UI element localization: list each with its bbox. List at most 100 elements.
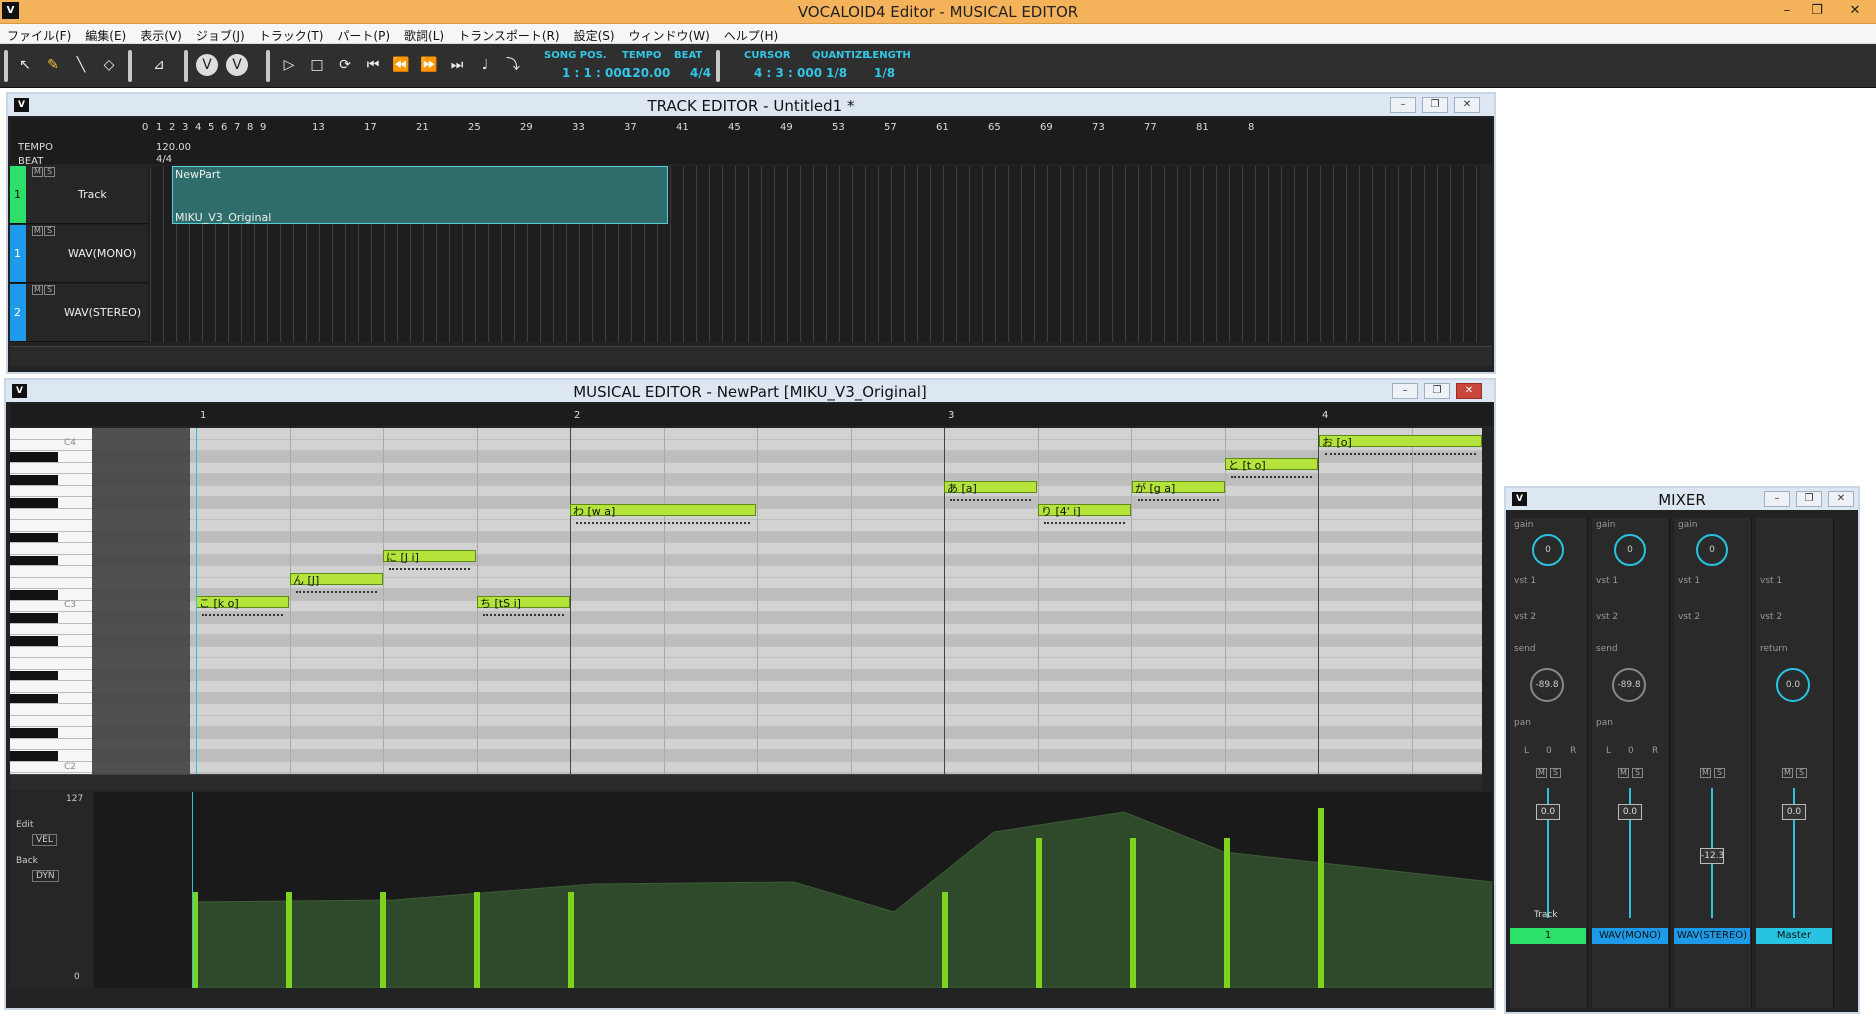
track-editor-title-bar[interactable]: V TRACK EDITOR - Untitled1 * – ❐ ✕ — [8, 94, 1494, 116]
piano-key-white[interactable] — [10, 577, 92, 589]
piano-key-white[interactable] — [10, 462, 92, 474]
fast-forward-icon[interactable]: ⏩ — [418, 54, 440, 76]
channel-label[interactable]: WAV(MONO) — [1592, 928, 1668, 944]
piano-key-white[interactable] — [10, 715, 92, 727]
mute-button[interactable]: M — [1536, 768, 1547, 778]
send-knob[interactable]: -89.8 — [1530, 668, 1564, 702]
note-block[interactable]: わ [w a] — [570, 504, 756, 518]
mute-button[interactable]: M — [1618, 768, 1629, 778]
piano-key-black[interactable] — [10, 636, 58, 646]
quantize-dropdown[interactable]: 1/8 — [826, 66, 847, 80]
piano-key-white[interactable] — [10, 738, 92, 750]
volume-fader[interactable]: 0.0 — [1782, 804, 1806, 820]
gain-knob[interactable]: 0 — [1532, 534, 1564, 566]
menu-window[interactable]: ウィンドウ(W) — [622, 24, 717, 44]
track-editor-ruler[interactable]: TEMPO BEAT 120.00 4/4 0 1 2 3 4 5 6 7 8 9 13 17 21 25… — [10, 118, 1492, 167]
volume-fader[interactable]: 0.0 — [1618, 804, 1642, 820]
piano-key-black[interactable] — [10, 452, 58, 462]
beat-value[interactable]: 4/4 — [690, 66, 711, 80]
menu-edit[interactable]: 編集(E) — [78, 24, 133, 44]
musical-editor-restore-button[interactable]: ❐ — [1424, 383, 1450, 399]
beat-track-value[interactable]: 4/4 — [156, 154, 172, 165]
velocity-bar[interactable] — [1036, 838, 1042, 988]
solo-button[interactable]: S — [1550, 768, 1561, 778]
solo-button[interactable]: S — [44, 285, 55, 295]
menu-lyrics[interactable]: 歌詞(L) — [397, 24, 451, 44]
menu-transport[interactable]: トランスポート(R) — [451, 24, 566, 44]
menu-file[interactable]: ファイル(F) — [0, 24, 78, 44]
musical-editor-close-button[interactable]: ✕ — [1456, 383, 1482, 399]
solo-button[interactable]: S — [1714, 768, 1725, 778]
piano-key-black[interactable] — [10, 670, 58, 680]
grid-snap-icon[interactable]: ⊿ — [148, 54, 170, 76]
track-name[interactable]: WAV(STEREO) — [64, 306, 141, 319]
piano-key-black[interactable] — [10, 532, 58, 542]
close-button[interactable]: ✕ — [1844, 2, 1866, 20]
piano-key-white[interactable] — [10, 600, 92, 612]
note-block[interactable]: お [o] — [1319, 435, 1482, 449]
mute-button[interactable]: M — [32, 226, 43, 236]
musical-editor-ruler[interactable]: 1 2 3 4 — [10, 404, 1492, 426]
piano-key-black[interactable] — [10, 693, 58, 703]
velocity-bar[interactable] — [286, 892, 292, 988]
song-pos-value[interactable]: 1 : 1 : 000 — [562, 66, 630, 80]
pencil-tool-icon[interactable]: ✎ — [42, 54, 64, 76]
channel-label[interactable]: Master — [1756, 928, 1832, 944]
musical-editor-minimize-button[interactable]: – — [1392, 383, 1418, 399]
restore-button[interactable]: ❐ — [1806, 2, 1828, 20]
vocaloid-logo-icon[interactable]: V — [196, 54, 218, 76]
track-header-1[interactable]: 1 MS Track — [10, 166, 148, 224]
note-block[interactable]: ち [tS i] — [477, 596, 570, 610]
edit-parameter-dropdown[interactable]: VEL — [32, 834, 57, 846]
piano-key-white[interactable] — [10, 520, 92, 532]
piano-key-white[interactable] — [10, 508, 92, 520]
piano-key-white[interactable] — [10, 623, 92, 635]
mixer-title-bar[interactable]: V MIXER – ❐ ✕ — [1506, 488, 1858, 510]
track-header-2[interactable]: 1 MS WAV(MONO) — [10, 225, 148, 283]
piano-roll[interactable]: C4 C3 C2 こ [k o] ん [J] に [J i] ち [tS i] わ [w… — [10, 428, 1482, 774]
vocaloid-job-icon[interactable]: V — [226, 54, 248, 76]
tempo-track-value[interactable]: 120.00 — [156, 142, 191, 153]
piano-key-black[interactable] — [10, 751, 58, 761]
piano-key-black[interactable] — [10, 475, 58, 485]
note-block[interactable]: が [g a] — [1132, 481, 1225, 495]
piano-key-white[interactable] — [10, 681, 92, 693]
note-block[interactable]: と [t o] — [1225, 458, 1318, 472]
pan-value[interactable]: 0 — [1546, 746, 1552, 756]
forward-to-end-icon[interactable]: ⏭ — [446, 54, 468, 76]
track-editor-restore-button[interactable]: ❐ — [1422, 97, 1448, 113]
send-knob[interactable]: -89.8 — [1612, 668, 1646, 702]
rewind-to-start-icon[interactable]: ⏮ — [362, 54, 384, 76]
eraser-tool-icon[interactable]: ◇ — [98, 54, 120, 76]
velocity-bar[interactable] — [1130, 838, 1136, 988]
velocity-bar[interactable] — [380, 892, 386, 988]
track-header-3[interactable]: 2 MS WAV(STEREO) — [10, 284, 148, 342]
control-track-area[interactable] — [94, 792, 1492, 988]
channel-label[interactable]: WAV(STEREO) — [1674, 928, 1750, 944]
volume-fader[interactable]: -12.3 — [1700, 848, 1724, 864]
mute-button[interactable]: M — [1700, 768, 1711, 778]
note-block[interactable]: あ [a] — [944, 481, 1037, 495]
track-name[interactable]: Track — [78, 188, 107, 201]
piano-key-black[interactable] — [10, 728, 58, 738]
piano-key-white[interactable] — [10, 485, 92, 497]
velocity-bar[interactable] — [1318, 808, 1324, 988]
note-block[interactable]: り [4' i] — [1038, 504, 1131, 518]
tempo-value[interactable]: 120.00 — [624, 66, 670, 80]
track-editor-horizontal-scrollbar[interactable] — [10, 346, 1492, 366]
track-name[interactable]: WAV(MONO) — [68, 247, 136, 260]
pan-value[interactable]: 0 — [1628, 746, 1634, 756]
mixer-restore-button[interactable]: ❐ — [1796, 491, 1822, 507]
solo-button[interactable]: S — [1796, 768, 1807, 778]
channel-label[interactable]: 1 — [1510, 928, 1586, 944]
piano-key-white[interactable] — [10, 704, 92, 716]
gain-knob[interactable]: 0 — [1696, 534, 1728, 566]
record-punch-icon[interactable]: ⤵ — [502, 54, 524, 76]
musical-editor-title-bar[interactable]: V MUSICAL EDITOR - NewPart [MIKU_V3_Orig… — [6, 380, 1494, 402]
velocity-bar[interactable] — [474, 892, 480, 988]
piano-key-white[interactable] — [10, 428, 92, 440]
mute-button[interactable]: M — [32, 167, 43, 177]
piano-key-white[interactable] — [10, 543, 92, 555]
mixer-minimize-button[interactable]: – — [1764, 491, 1790, 507]
back-parameter-dropdown[interactable]: DYN — [32, 870, 59, 882]
